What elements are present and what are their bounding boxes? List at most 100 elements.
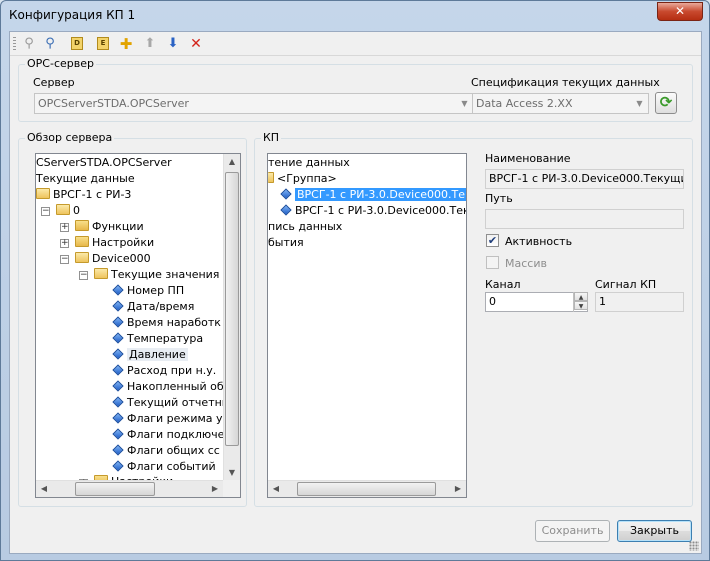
folder-icon	[56, 204, 70, 215]
tree-item[interactable]: Текущие данные	[36, 171, 135, 187]
tag-icon	[280, 204, 292, 216]
tag-icon	[112, 380, 124, 392]
tree-item[interactable]: Флаги подключе	[111, 427, 224, 443]
tree-item[interactable]: ВРСГ-1 с РИ-3.0.Device000.Текущ	[279, 187, 466, 203]
tree-item[interactable]: Дата/время	[111, 299, 194, 315]
add-read-icon[interactable]: D	[68, 35, 86, 53]
spec-combo[interactable]: Data Access 2.XX ▼	[472, 93, 649, 114]
expand-icon[interactable]: +	[60, 223, 69, 232]
resize-grip[interactable]	[689, 541, 699, 551]
chevron-down-icon[interactable]: ▼	[456, 94, 473, 113]
scroll-thumb[interactable]	[297, 482, 436, 496]
vertical-scrollbar[interactable]: ▲ ▼	[223, 154, 240, 481]
tree-item[interactable]: пись данных	[268, 219, 342, 235]
kp-tree[interactable]: тение данных <Группа> ВРСГ-1 с РИ-3.0.De…	[267, 153, 467, 498]
tree-item[interactable]: бытия	[268, 235, 304, 251]
tag-icon	[112, 364, 124, 376]
tree-item[interactable]: Номер ПП	[111, 283, 184, 299]
close-button[interactable]: Закрыть	[617, 520, 692, 542]
scroll-right-icon[interactable]: ▶	[450, 481, 466, 497]
move-down-icon[interactable]: ⬇	[164, 35, 182, 53]
kp-group: КП тение данных <Группа> ВРСГ-1 с РИ-3.0…	[254, 132, 693, 507]
move-up-icon[interactable]: ⬆	[141, 35, 159, 53]
tree-item[interactable]: Давление	[111, 347, 188, 363]
tree-item[interactable]: Текущие значения	[94, 267, 219, 283]
tag-icon	[112, 444, 124, 456]
chevron-down-icon[interactable]: ▼	[631, 94, 648, 113]
folder-icon	[75, 220, 89, 231]
expand-icon[interactable]: +	[60, 239, 69, 248]
array-label: Массив	[505, 257, 547, 270]
tree-item[interactable]: Флаги общих сс	[111, 443, 220, 459]
server-browse-tree[interactable]: CServerSTDA.OPCServer Текущие данные ВРС…	[35, 153, 241, 498]
opc-server-group-label: OPC-сервер	[25, 57, 96, 70]
disconnect-icon[interactable]: ⚲	[20, 35, 38, 53]
stepper-down-icon[interactable]: ▼	[574, 301, 588, 310]
tree-item[interactable]: Device000	[75, 251, 151, 267]
scroll-left-icon[interactable]: ◀	[268, 481, 284, 497]
scroll-left-icon[interactable]: ◀	[36, 481, 52, 497]
channel-stepper[interactable]: ▲ ▼	[573, 292, 588, 312]
collapse-icon[interactable]: −	[60, 255, 69, 264]
signal-field[interactable]: 1	[595, 292, 684, 312]
tag-icon	[112, 284, 124, 296]
tree-item[interactable]: Температура	[111, 331, 203, 347]
refresh-button[interactable]: ⟳	[655, 92, 677, 114]
scroll-thumb[interactable]	[225, 172, 239, 446]
collapse-icon[interactable]: −	[79, 271, 88, 280]
scroll-up-icon[interactable]: ▲	[224, 154, 240, 170]
name-label: Наименование	[485, 152, 571, 165]
dialog-window: Конфигурация КП 1 ✕ ⚲ ⚲ D E ✚ ⬆ ⬇ ✕ OPC-…	[0, 0, 710, 561]
spec-combo-value: Data Access 2.XX	[476, 97, 573, 110]
channel-label: Канал	[485, 278, 521, 291]
server-label: Сервер	[33, 76, 75, 89]
tree-item[interactable]: Текущий отчетнь	[111, 395, 228, 411]
tree-item[interactable]: Время наработк	[111, 315, 221, 331]
scroll-right-icon[interactable]: ▶	[207, 481, 223, 497]
signal-label: Сигнал КП	[595, 278, 657, 291]
scroll-thumb[interactable]	[75, 482, 155, 496]
server-browse-group-label: Обзор сервера	[25, 131, 115, 144]
window-close-button[interactable]: ✕	[657, 2, 703, 21]
tree-item[interactable]: тение данных	[268, 155, 350, 171]
tree-item[interactable]: Флаги режима у	[111, 411, 223, 427]
tag-icon	[112, 396, 124, 408]
stepper-up-icon[interactable]: ▲	[574, 292, 588, 301]
folder-icon	[94, 268, 108, 279]
path-field[interactable]	[485, 209, 684, 229]
tree-item[interactable]: CServerSTDA.OPCServer	[36, 155, 172, 171]
save-button[interactable]: Сохранить	[535, 520, 610, 542]
horizontal-scrollbar[interactable]: ◀ ▶	[268, 480, 466, 497]
tag-icon	[112, 460, 124, 472]
tree-item[interactable]: Флаги событий	[111, 459, 216, 475]
path-label: Путь	[485, 192, 513, 205]
tree-item[interactable]: Настройки	[75, 235, 154, 251]
folder-icon	[75, 252, 89, 263]
spec-label: Спецификация текущих данных	[471, 76, 660, 89]
tag-icon	[112, 428, 124, 440]
connect-icon[interactable]: ⚲	[41, 35, 59, 53]
tree-item[interactable]: Функции	[75, 219, 144, 235]
tree-item[interactable]: Накопленный об	[111, 379, 224, 395]
tree-item[interactable]: ВРСГ-1 с РИ-3	[36, 187, 131, 203]
tree-item[interactable]: ВРСГ-1 с РИ-3.0.Device000.Текущ	[279, 203, 466, 219]
server-combo[interactable]: OPCServerSTDA.OPCServer ▼	[34, 93, 474, 114]
add-icon[interactable]: ✚	[117, 35, 135, 53]
scroll-down-icon[interactable]: ▼	[224, 465, 240, 481]
add-write-icon[interactable]: E	[94, 35, 112, 53]
title-bar[interactable]: Конфигурация КП 1 ✕	[1, 1, 709, 31]
tree-item[interactable]: <Группа>	[268, 171, 337, 187]
delete-icon[interactable]: ✕	[187, 35, 205, 53]
refresh-icon: ⟳	[659, 93, 673, 111]
array-checkbox[interactable]	[486, 256, 499, 269]
collapse-icon[interactable]: −	[41, 207, 50, 216]
name-field[interactable]: ВРСГ-1 с РИ-3.0.Device000.Текущие з	[485, 169, 684, 189]
tree-item[interactable]: 0	[56, 203, 80, 219]
tree-item[interactable]: Расход при н.у.	[111, 363, 216, 379]
toolbar-grip	[13, 37, 16, 51]
scroll-corner	[223, 480, 240, 497]
tag-icon	[112, 300, 124, 312]
server-combo-value: OPCServerSTDA.OPCServer	[38, 97, 189, 110]
active-checkbox[interactable]: ✔	[486, 234, 499, 247]
horizontal-scrollbar[interactable]: ◀ ▶	[36, 480, 223, 497]
